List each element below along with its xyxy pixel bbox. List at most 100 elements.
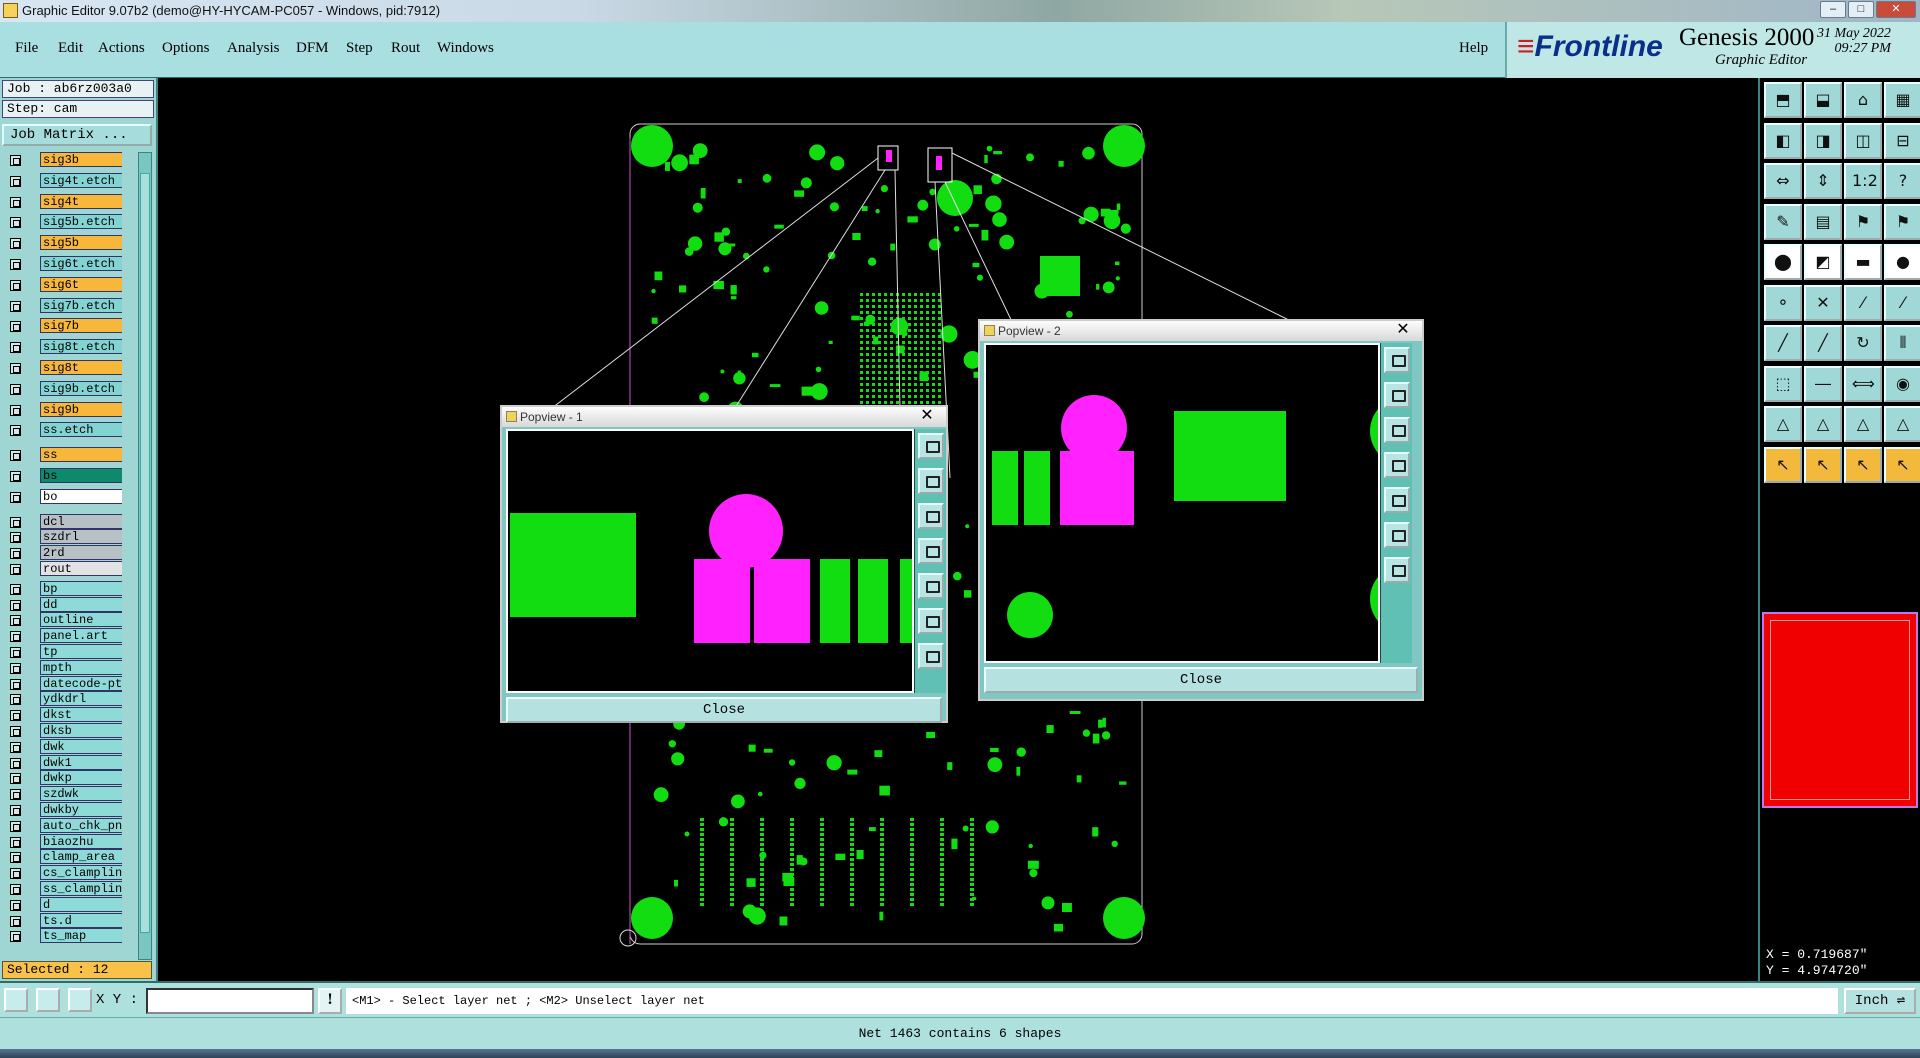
popview-pan-down-icon[interactable] xyxy=(1384,417,1410,443)
tool-button[interactable]: ● xyxy=(1884,244,1920,280)
layer-checkbox[interactable] xyxy=(10,631,21,643)
layer-row[interactable]: sig3b xyxy=(2,152,122,168)
layer-checkbox[interactable] xyxy=(10,238,21,250)
popview-2-close-button[interactable]: Close xyxy=(984,667,1418,693)
layer-name[interactable]: sig5b xyxy=(40,235,122,251)
popview-2-view[interactable] xyxy=(984,343,1380,663)
layer-name[interactable]: sig9b.etch xyxy=(40,380,122,396)
layer-row[interactable]: sig8t xyxy=(2,360,122,376)
popview-zoom-fit-icon[interactable] xyxy=(1384,522,1410,548)
layer-name[interactable]: clamp_area xyxy=(40,849,122,865)
layer-row[interactable]: sig9b.etch xyxy=(2,380,122,397)
layer-checkbox[interactable] xyxy=(10,662,21,674)
layer-checkbox[interactable] xyxy=(10,710,21,722)
layer-row[interactable]: sig5b xyxy=(2,235,122,251)
layer-row[interactable]: rout xyxy=(2,561,122,577)
tool-button[interactable]: ⌂ xyxy=(1844,82,1882,118)
layer-name[interactable]: outline xyxy=(40,612,122,628)
tool-button[interactable]: ⬤ xyxy=(1764,244,1802,280)
layer-row[interactable]: dcl xyxy=(2,513,122,530)
layer-checkbox[interactable] xyxy=(10,548,21,560)
layer-name[interactable]: bp xyxy=(40,580,122,596)
menu-help[interactable]: Help xyxy=(1459,40,1488,57)
tool-button[interactable]: ⬓ xyxy=(1804,82,1842,118)
layer-name[interactable]: biaozhu xyxy=(40,833,122,849)
layer-row[interactable]: panel.art xyxy=(2,628,122,644)
menu-rout[interactable]: Rout xyxy=(391,40,420,57)
menu-step[interactable]: Step xyxy=(346,40,373,57)
layer-row[interactable]: ss_clampline xyxy=(2,881,122,897)
layer-name[interactable]: sig7b.etch xyxy=(40,297,122,313)
layer-name[interactable]: dd xyxy=(40,596,122,612)
tool-button[interactable]: △ xyxy=(1804,406,1842,442)
tool-button[interactable]: ↖ xyxy=(1884,446,1920,483)
popview-zoom-icon[interactable] xyxy=(918,433,944,459)
tool-button[interactable]: 1:2 xyxy=(1844,163,1882,199)
pcb-board-view[interactable] xyxy=(160,78,1758,981)
layer-name[interactable]: sig6t xyxy=(40,276,122,292)
tool-button[interactable]: ╱ xyxy=(1804,325,1842,361)
layer-row[interactable]: sig7b xyxy=(2,318,122,334)
layer-checkbox[interactable] xyxy=(10,342,21,354)
layer-row[interactable]: bs xyxy=(2,468,122,484)
layer-checkbox[interactable] xyxy=(10,363,21,374)
layer-row[interactable]: mpth xyxy=(2,659,122,676)
layer-checkbox[interactable] xyxy=(10,678,21,690)
layer-row[interactable]: d xyxy=(2,896,122,913)
popview-1-close-icon[interactable]: ✕ xyxy=(914,407,940,425)
layer-checkbox[interactable] xyxy=(10,805,21,816)
snap-icon[interactable] xyxy=(4,988,28,1012)
layer-name[interactable]: sig8t xyxy=(40,360,122,375)
layer-name[interactable]: ts.d xyxy=(40,912,122,928)
layer-row[interactable]: szdwk xyxy=(2,786,122,802)
layer-checkbox[interactable] xyxy=(10,773,21,785)
popview-pan-right-icon[interactable] xyxy=(918,573,944,599)
layer-row[interactable]: sig9b xyxy=(2,401,122,418)
layer-row[interactable]: sig8t.etch xyxy=(2,339,122,355)
popview-1-close-button[interactable]: Close xyxy=(506,697,942,723)
tool-button[interactable]: ⚬ xyxy=(1764,284,1802,321)
layer-name[interactable]: dwkby xyxy=(40,802,122,817)
layer-name[interactable]: ts_map xyxy=(40,928,122,944)
layer-name[interactable]: sig3b xyxy=(40,152,122,167)
popview-1-view[interactable] xyxy=(506,429,914,693)
layer-name[interactable]: ss_clampline xyxy=(40,881,122,896)
layer-row[interactable]: sig4t.etch xyxy=(2,172,122,189)
overview-map[interactable] xyxy=(1762,612,1918,808)
layer-row[interactable]: sig6t.etch xyxy=(2,256,122,272)
layer-checkbox[interactable] xyxy=(10,279,21,291)
measure-icon[interactable] xyxy=(36,988,60,1012)
layer-name[interactable]: sig5b.etch xyxy=(40,214,122,230)
layer-row[interactable]: bp xyxy=(2,580,122,597)
layer-row[interactable]: sig4t xyxy=(2,193,122,210)
tool-button[interactable]: ◉ xyxy=(1884,365,1920,402)
layer-name[interactable]: datecode-pt xyxy=(40,675,122,691)
layer-checkbox[interactable] xyxy=(10,852,21,864)
tool-button[interactable]: ▦ xyxy=(1884,82,1920,118)
popview-pan-right-icon[interactable] xyxy=(1384,487,1410,513)
layer-checkbox[interactable] xyxy=(10,425,21,437)
popview-1-graphics[interactable] xyxy=(508,431,912,693)
tool-button[interactable]: ◧ xyxy=(1764,122,1802,159)
layer-row[interactable]: sig6t xyxy=(2,276,122,293)
tool-button[interactable]: ✎ xyxy=(1764,203,1802,240)
tool-button[interactable]: ✕ xyxy=(1804,284,1842,321)
tool-button[interactable]: ⇕ xyxy=(1804,163,1842,199)
layer-checkbox[interactable] xyxy=(10,564,21,575)
layer-checkbox[interactable] xyxy=(10,404,21,416)
layer-name[interactable]: cs_clampline xyxy=(40,865,122,881)
popview-zoom-icon[interactable] xyxy=(1384,347,1410,373)
popview-1-titlebar[interactable]: Popview - 1 xyxy=(502,407,946,427)
close-window-button[interactable]: ✕ xyxy=(1876,1,1916,18)
minimize-button[interactable]: – xyxy=(1820,1,1846,18)
tool-button[interactable]: ↖ xyxy=(1844,446,1882,483)
layer-checkbox[interactable] xyxy=(10,471,21,482)
layer-checkbox[interactable] xyxy=(10,741,21,753)
menu-file[interactable]: File xyxy=(15,40,38,57)
menu-analysis[interactable]: Analysis xyxy=(227,40,280,57)
layer-checkbox[interactable] xyxy=(10,789,21,801)
menu-actions[interactable]: Actions xyxy=(98,40,145,57)
tool-button[interactable]: △ xyxy=(1884,406,1920,442)
layer-row[interactable]: outline xyxy=(2,612,122,628)
tool-button[interactable]: ⬚ xyxy=(1764,365,1802,402)
